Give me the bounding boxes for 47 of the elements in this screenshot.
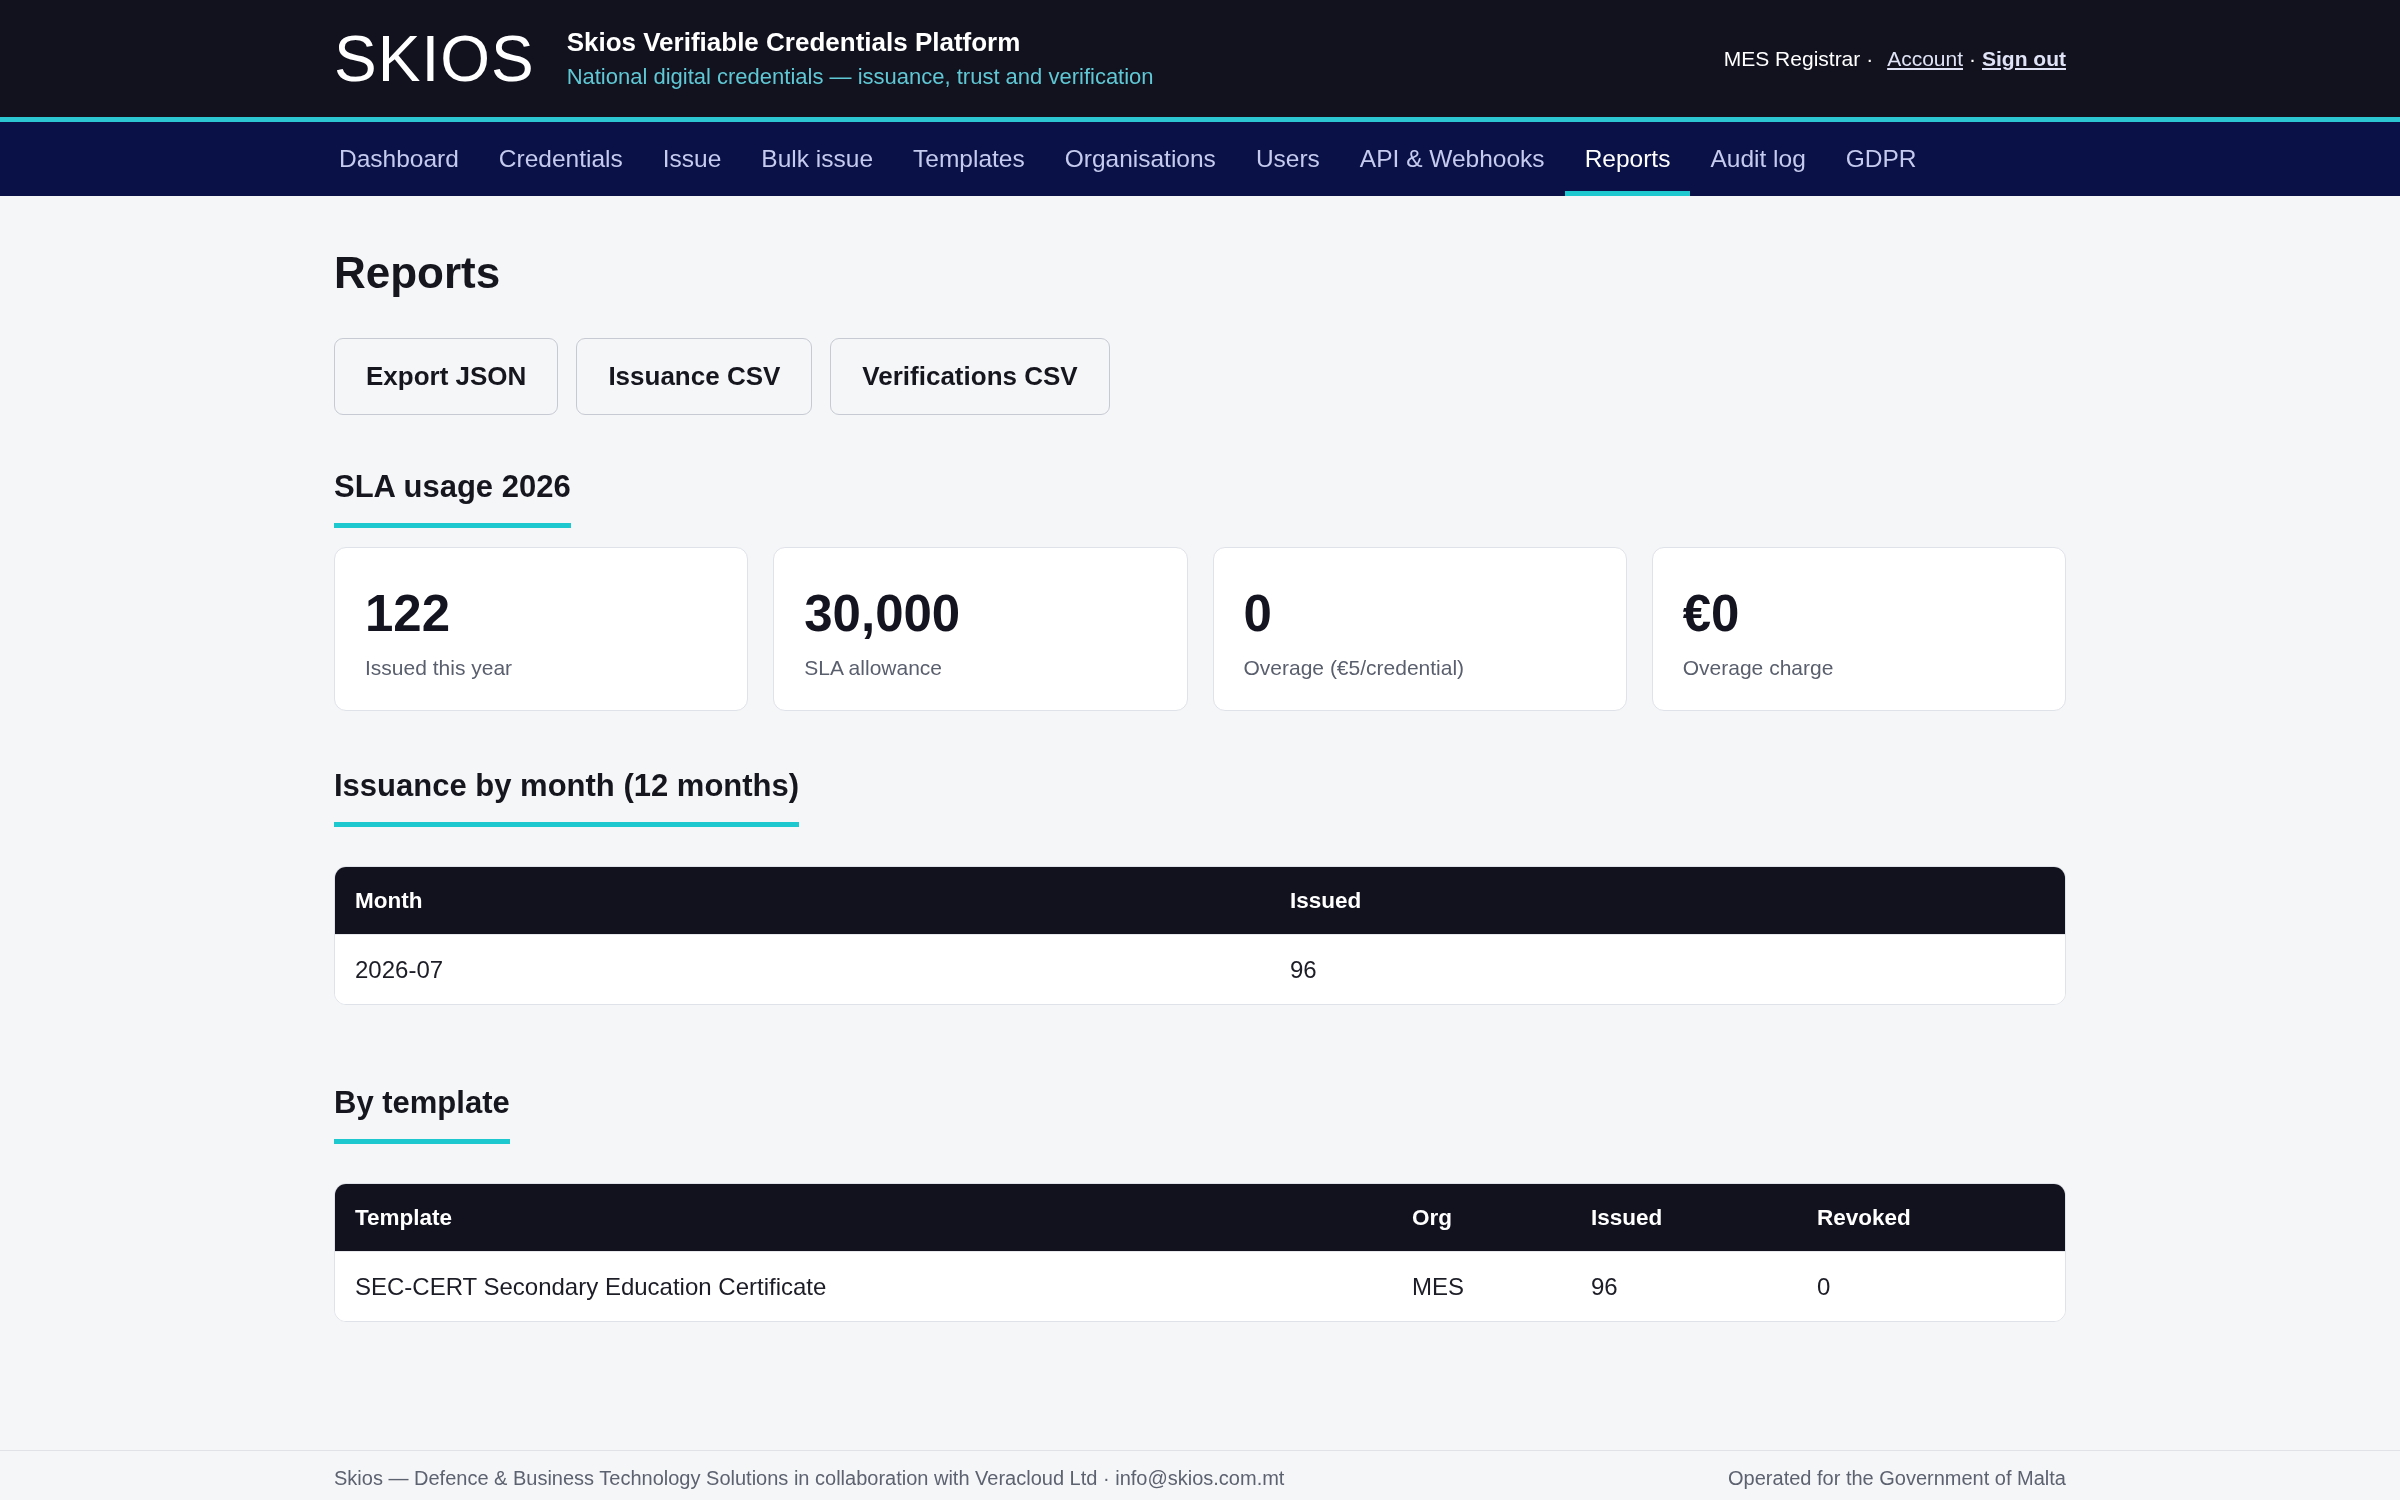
table-cell: MES	[1412, 1272, 1464, 1301]
app-title: Skios Verifiable Credentials Platform	[566, 27, 1021, 57]
nav-tab[interactable]: Audit log	[1690, 122, 1826, 196]
table-cell: SEC-CERT Secondary Education Certificate	[355, 1272, 827, 1301]
column-header: Revoked	[1817, 1204, 1911, 1231]
section-heading: SLA usage 2026	[334, 468, 571, 528]
action-button[interactable]: Issuance CSV	[576, 338, 813, 415]
app-subtitle: National digital credentials — issuance, trust and verification	[566, 63, 1154, 90]
stat-value: 30,000	[804, 584, 962, 643]
stat-label: Overage (€5/credential)	[1243, 655, 1466, 681]
page-title: Reports	[334, 248, 501, 298]
stat-value: 0	[1243, 584, 1273, 643]
section-heading: Issuance by month (12 months)	[334, 767, 800, 827]
user-link[interactable]: Account	[1887, 46, 1963, 71]
table-cell: 96	[1290, 955, 1317, 984]
table-cell: 0	[1817, 1272, 1831, 1301]
column-header: Issued	[1591, 1204, 1663, 1231]
nav-tab[interactable]: Organisations	[1044, 122, 1236, 196]
stat-value: 122	[365, 584, 452, 643]
stat-label: Overage charge	[1682, 655, 1835, 681]
nav-tab[interactable]: GDPR	[1825, 122, 1937, 196]
nav-tab[interactable]: Credentials	[478, 122, 643, 196]
action-button[interactable]: Export JSON	[334, 338, 559, 415]
logo: SKIOS	[334, 26, 535, 91]
stat-label: SLA allowance	[804, 655, 943, 681]
nav-tab[interactable]: Bulk issue	[741, 122, 894, 196]
nav-tab[interactable]: Issue	[642, 122, 742, 196]
column-header: Issued	[1290, 887, 1362, 914]
nav-tab[interactable]: Reports	[1564, 122, 1691, 196]
column-header: Month	[355, 887, 423, 914]
footer-text: Operated for the Government of Malta	[1728, 1466, 2066, 1490]
column-header: Org	[1412, 1204, 1452, 1231]
table-cell: 96	[1591, 1272, 1618, 1301]
nav-tab[interactable]: API & Webhooks	[1339, 122, 1565, 196]
section-heading: By template	[334, 1084, 510, 1144]
nav-tab[interactable]: Dashboard	[319, 122, 479, 196]
column-header: Template	[355, 1204, 453, 1231]
table-cell: 2026-07	[355, 955, 444, 984]
stat-label: Issued this year	[365, 655, 514, 681]
stat-value: €0	[1682, 584, 1741, 643]
user-link[interactable]: Sign out	[1982, 46, 2066, 71]
nav-tab[interactable]: Users	[1235, 122, 1340, 196]
user-label: MES Registrar ·	[1723, 46, 1874, 71]
action-button[interactable]: Verifications CSV	[830, 338, 1110, 415]
footer-text: Skios — Defence & Business Technology Solutions in collaboration with Veracloud Ltd · info@skios.com.mt	[334, 1466, 1285, 1490]
separator: ·	[1969, 46, 1976, 71]
nav-tab[interactable]: Templates	[893, 122, 1045, 196]
